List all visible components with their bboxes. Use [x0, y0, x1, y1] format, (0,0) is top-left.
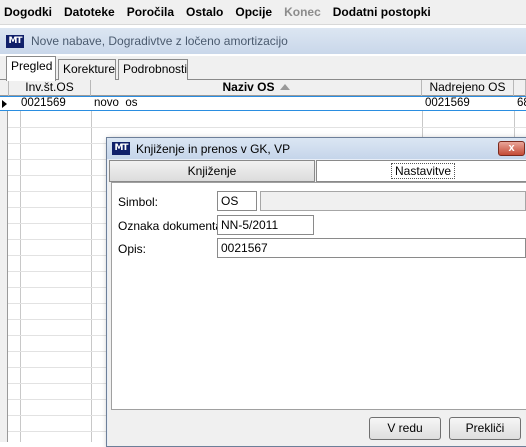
opis-field[interactable]: 0021567	[217, 238, 526, 258]
column-header-naziv-label: Naziv OS	[222, 80, 275, 94]
menu-datoteke[interactable]: Datoteke	[58, 5, 121, 19]
tab-bar: Pregled Korekture Podrobnosti	[0, 56, 526, 81]
dialog-body: Knjiženje Nastavitve Simbol: OS Oznaka d…	[108, 160, 526, 446]
simbol-field[interactable]: OS	[217, 191, 257, 211]
menu-ostalo[interactable]: Ostalo	[180, 5, 229, 19]
menu-dodatni-postopki[interactable]: Dodatni postopki	[327, 5, 437, 19]
grid-divider	[20, 96, 21, 442]
window-title: Nove nabave, Dogradivtve z ločeno amorti…	[31, 34, 288, 48]
column-header-naziv[interactable]: Naziv OS	[91, 80, 422, 96]
tab-podrobnosti-label: Podrobnosti	[123, 62, 188, 76]
row-indicator-column	[0, 96, 8, 442]
tab-pregled[interactable]: Pregled	[6, 56, 56, 81]
window-title-bar: MT Nove nabave, Dogradivtve z ločeno amo…	[0, 28, 526, 54]
cell-extra: 68	[517, 97, 526, 109]
app-logo-icon: MT	[6, 34, 24, 48]
column-header-inv[interactable]: Inv.št.OS	[9, 80, 91, 96]
posting-dialog: MT Knjiženje in prenos v GK, VP x Knjiže…	[106, 137, 526, 447]
current-row-arrow-icon	[2, 100, 7, 108]
grid-corner	[0, 80, 9, 96]
ok-button[interactable]: V redu	[369, 417, 441, 440]
oznaka-dokumenta-label: Oznaka dokumenta:	[118, 219, 226, 233]
tab-pregled-label: Pregled	[11, 59, 53, 73]
grid-divider	[91, 96, 92, 442]
column-header-extra[interactable]	[514, 80, 526, 96]
tab-knjizenje[interactable]: Knjiženje	[109, 160, 315, 182]
grid-header: Inv.št.OS Naziv OS Nadrejeno OS	[0, 80, 526, 96]
simbol-label: Simbol:	[118, 195, 159, 209]
menu-opcije[interactable]: Opcije	[229, 5, 278, 19]
opis-label: Opis:	[118, 242, 147, 256]
table-row[interactable]: 0021569 novo os 0021569 68	[0, 96, 526, 111]
simbol-description-field	[260, 191, 526, 211]
sort-ascending-icon	[279, 84, 290, 90]
grid-row-line	[8, 127, 526, 128]
dialog-logo-icon: MT	[112, 142, 130, 155]
tab-korekture-label: Korekture	[63, 62, 116, 76]
oznaka-dokumenta-field[interactable]: NN-5/2011	[217, 215, 314, 235]
settings-panel: Simbol: OS Oznaka dokumenta: NN-5/2011 O…	[111, 182, 526, 410]
menu-bar: Dogodki Datoteke Poročila Ostalo Opcije …	[0, 0, 526, 25]
close-icon: x	[508, 142, 515, 154]
cell-inv: 0021569	[21, 97, 66, 109]
tab-nastavitve-label: Nastavitve	[390, 163, 456, 179]
tab-korekture[interactable]: Korekture	[58, 59, 116, 80]
cell-naziv: novo os	[94, 97, 138, 109]
tab-knjizenje-label: Knjiženje	[187, 164, 237, 178]
menu-dogodki[interactable]: Dogodki	[0, 5, 58, 19]
close-button[interactable]: x	[498, 141, 525, 156]
menu-konec: Konec	[284, 5, 321, 19]
tab-podrobnosti[interactable]: Podrobnosti	[118, 59, 188, 80]
cell-nadrejeno: 0021569	[425, 97, 470, 109]
dialog-title-bar[interactable]: MT Knjiženje in prenos v GK, VP x	[107, 138, 526, 159]
tab-nastavitve[interactable]: Nastavitve	[316, 160, 526, 182]
dialog-title: Knjiženje in prenos v GK, VP	[136, 141, 291, 156]
column-header-nadrejeno[interactable]: Nadrejeno OS	[422, 80, 514, 96]
menu-porocila[interactable]: Poročila	[121, 5, 180, 19]
cancel-button[interactable]: Prekliči	[449, 417, 521, 440]
